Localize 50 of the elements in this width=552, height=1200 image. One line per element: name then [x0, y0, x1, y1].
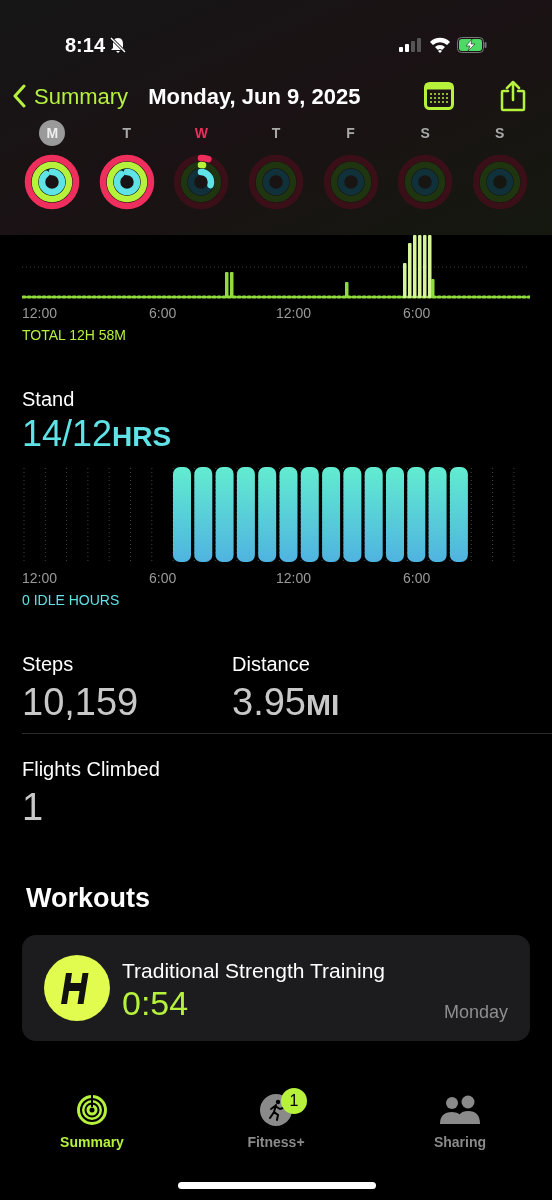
- back-button[interactable]: Summary: [12, 79, 129, 113]
- date-title: Monday, Jun 9, 2025: [148, 82, 361, 111]
- day-letter[interactable]: S: [486, 120, 513, 146]
- activity-rings-icon[interactable]: [173, 154, 230, 210]
- activity-rings-icon[interactable]: [98, 154, 155, 210]
- day-letter[interactable]: T: [263, 120, 289, 146]
- rings-target-icon: [75, 1093, 109, 1127]
- axis-label: 6:00: [403, 569, 431, 588]
- day-letter[interactable]: W: [188, 120, 215, 146]
- share-icon[interactable]: [500, 80, 526, 112]
- stand-unit: HRS: [112, 423, 172, 451]
- notification-badge: 1: [281, 1088, 307, 1114]
- strength-training-icon: [44, 954, 110, 1021]
- stand-value: 14/12: [22, 416, 113, 452]
- idle-hours: 0 IDLE HOURS: [22, 591, 121, 610]
- stat-label: Distance: [232, 652, 311, 677]
- signal-icon: [399, 38, 421, 52]
- day-letter[interactable]: S: [412, 120, 439, 146]
- clock-time: 8:14: [65, 33, 106, 58]
- stat-label: Steps: [22, 652, 75, 677]
- axis-label: 6:00: [403, 304, 431, 323]
- chevron-left-icon: [12, 84, 26, 108]
- stat-value: 1: [22, 788, 45, 826]
- workout-duration: 0:54: [122, 986, 189, 1021]
- people-icon: [438, 1094, 482, 1126]
- workout-name: Traditional Strength Training: [122, 957, 387, 984]
- day-letter[interactable]: F: [337, 120, 364, 146]
- wifi-icon: [429, 37, 451, 53]
- day-letter[interactable]: T: [113, 120, 140, 146]
- axis-label: 12:00: [276, 304, 312, 323]
- workout-card[interactable]: Traditional Strength Training 0:54 Monday: [22, 934, 530, 1041]
- axis-label: 12:00: [276, 569, 312, 588]
- workout-day: Monday: [443, 999, 508, 1027]
- activity-rings-icon[interactable]: [24, 154, 81, 210]
- bell-slash-icon: [109, 36, 128, 54]
- stand-label: Stand: [22, 387, 76, 412]
- axis-label: 12:00: [22, 304, 58, 323]
- calendar-icon[interactable]: [424, 82, 454, 110]
- stat-unit: MI: [305, 690, 340, 720]
- tab-item[interactable]: Sharing: [368, 1092, 552, 1153]
- section-title: Workouts: [26, 882, 151, 915]
- battery-icon: [457, 37, 487, 53]
- axis-label: 6:00: [149, 304, 177, 323]
- stat-value: 10,159: [22, 683, 139, 721]
- stat-label: Flights Climbed: [22, 757, 161, 782]
- stat-value: 3.95: [232, 683, 306, 721]
- axis-label: 6:00: [149, 569, 177, 588]
- exercise-total: TOTAL 12H 58M: [22, 326, 127, 345]
- axis-label: 12:00: [22, 569, 58, 588]
- tab-item[interactable]: Summary: [0, 1092, 184, 1153]
